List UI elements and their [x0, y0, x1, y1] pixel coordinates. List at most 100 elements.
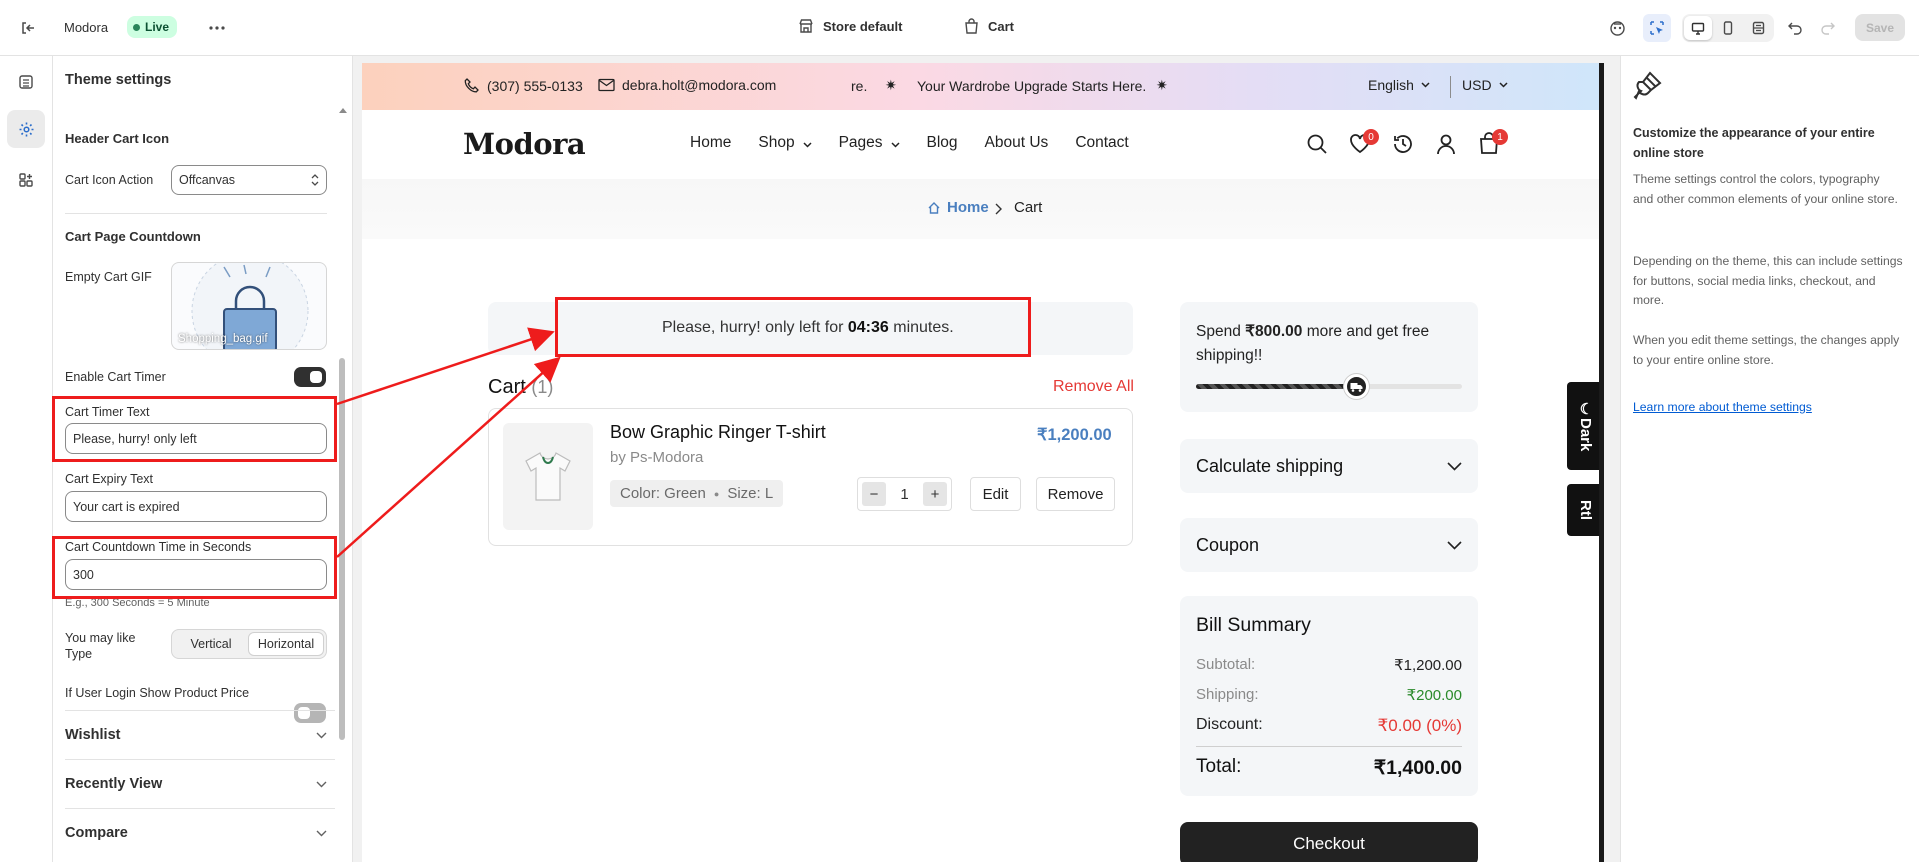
exit-icon[interactable]: [14, 14, 42, 42]
editor-top-bar: Modora Live Store default Cart Save: [0, 0, 1919, 56]
search-icon[interactable]: [1306, 133, 1328, 155]
option-horizontal[interactable]: Horizontal: [248, 632, 324, 656]
gif-filename: Shopping_bag.gif: [178, 333, 268, 345]
breadcrumb-home-label: Home: [947, 199, 989, 216]
quantity-increase-button[interactable]: +: [923, 482, 947, 506]
desktop-view-icon[interactable]: [1684, 16, 1712, 40]
fullwidth-view-icon[interactable]: [1744, 16, 1772, 40]
nav-shop[interactable]: Shop: [758, 134, 794, 152]
annotation-box-timer-banner: [555, 297, 1031, 357]
truck-icon: [1343, 374, 1369, 399]
nav-home[interactable]: Home: [690, 134, 731, 152]
account-icon[interactable]: [1435, 133, 1457, 155]
template-selector[interactable]: Store default: [798, 18, 902, 34]
info-heading: Customize the appearance of your entire …: [1633, 126, 1875, 160]
product-price: ₹1,200.00: [1037, 426, 1112, 444]
page-selector[interactable]: Cart: [964, 18, 1014, 34]
phone-icon: [464, 78, 479, 93]
shipping-progress-fill: [1196, 384, 1356, 389]
dark-moon-icon: ☾: [1577, 400, 1595, 419]
option-vertical[interactable]: Vertical: [174, 632, 248, 656]
language-selector[interactable]: English: [1368, 77, 1430, 93]
store-logo[interactable]: Modora: [463, 127, 586, 161]
you-may-like-label: You may like Type: [65, 631, 136, 661]
phone-text: (307) 555-0133: [487, 77, 583, 94]
shipping-label: Shipping:: [1196, 686, 1259, 703]
shipping-msg-amount: ₹800.00: [1245, 323, 1303, 340]
cart-heading-count: (1): [531, 377, 554, 397]
login-price-label: If User Login Show Product Price: [65, 686, 250, 700]
chevron-down-icon: [1499, 82, 1508, 88]
accordion-wishlist[interactable]: Wishlist: [65, 710, 335, 759]
shipping-msg-pre: Spend: [1196, 323, 1241, 340]
info-paragraph-2: Depending on the theme, this can include…: [1633, 254, 1903, 307]
panel-scrollbar[interactable]: [339, 358, 345, 740]
variant-separator: ●: [713, 488, 720, 499]
sections-icon[interactable]: [12, 68, 40, 96]
annotation-box-countdown-seconds: [52, 536, 337, 599]
empty-cart-gif-picker[interactable]: Shopping_bag.gif: [171, 262, 327, 350]
chevron-down-icon: [803, 142, 812, 148]
language-value: English: [1368, 77, 1414, 93]
accordion-recently-view[interactable]: Recently View: [65, 759, 335, 808]
currency-selector[interactable]: USD: [1462, 77, 1508, 93]
home-icon: [928, 201, 940, 214]
cart-expiry-text-input[interactable]: Your cart is expired: [65, 491, 327, 522]
mobile-view-icon[interactable]: [1714, 16, 1742, 40]
learn-more-link[interactable]: Learn more about theme settings: [1633, 400, 1812, 414]
more-actions-icon[interactable]: [203, 14, 231, 42]
apps-icon[interactable]: [12, 166, 40, 194]
calculate-shipping-accordion[interactable]: Calculate shipping: [1180, 439, 1478, 493]
nav-pages[interactable]: Pages: [839, 134, 883, 152]
subtotal-label: Subtotal:: [1196, 656, 1256, 673]
tshirt-image: [525, 452, 571, 501]
email-text: debra.holt@modora.com: [622, 77, 777, 93]
empty-cart-gif-label: Empty Cart GIF: [65, 270, 152, 284]
free-shipping-card: Spend ₹800.00 more and get free shipping…: [1180, 302, 1478, 412]
checkout-button[interactable]: Checkout: [1180, 822, 1478, 862]
store-preview: (307) 555-0133 debra.holt@modora.com re.…: [362, 63, 1604, 862]
select-element-icon[interactable]: [1643, 14, 1671, 42]
preview-scrollbar[interactable]: [1599, 63, 1604, 862]
breadcrumb-home[interactable]: Home: [927, 199, 989, 216]
breadcrumb-current: Cart: [1014, 199, 1043, 216]
undo-icon[interactable]: [1781, 14, 1809, 42]
variant-size: Size: L: [727, 485, 774, 502]
shipping-row: Shipping: ₹200.00: [1196, 686, 1462, 704]
product-name[interactable]: Bow Graphic Ringer T-shirt: [610, 422, 826, 443]
redo-icon[interactable]: [1813, 14, 1841, 42]
chevron-down-icon: [1421, 82, 1430, 88]
chevron-down-icon: [1447, 461, 1462, 471]
nav-about-us[interactable]: About Us: [985, 134, 1049, 152]
total-value: ₹1,400.00: [1373, 757, 1462, 779]
ticker-star-icon: ✷: [1156, 77, 1168, 93]
cart-icon-action-select[interactable]: Offcanvas: [171, 165, 327, 195]
enable-cart-timer-toggle[interactable]: [294, 367, 326, 387]
remove-item-button[interactable]: Remove: [1036, 477, 1115, 511]
nav-contact[interactable]: Contact: [1075, 134, 1128, 152]
inspector-icon[interactable]: [1603, 14, 1631, 42]
total-label: Total:: [1196, 756, 1242, 777]
edit-item-button[interactable]: Edit: [970, 477, 1021, 511]
product-image[interactable]: [503, 423, 593, 530]
coupon-accordion[interactable]: Coupon: [1180, 518, 1478, 572]
phone-contact[interactable]: (307) 555-0133: [463, 77, 583, 94]
cart-count-badge: 1: [1492, 129, 1508, 145]
status-badge-label: Live: [145, 20, 170, 34]
quantity-value[interactable]: 1: [900, 486, 908, 503]
quantity-decrease-button[interactable]: −: [862, 482, 886, 506]
recently-viewed-icon[interactable]: [1392, 133, 1414, 155]
scroll-up-icon[interactable]: [339, 108, 347, 113]
free-shipping-message: Spend ₹800.00 more and get free shipping…: [1196, 320, 1466, 368]
variant-chip: Color: Green ● Size: L: [610, 480, 784, 507]
dark-tab-label: Dark: [1577, 418, 1594, 452]
save-button[interactable]: Save: [1855, 14, 1905, 41]
remove-all-button[interactable]: Remove All: [1053, 378, 1134, 396]
nav-blog[interactable]: Blog: [927, 134, 958, 152]
cart-icon-action-label: Cart Icon Action: [65, 173, 154, 187]
theme-settings-gear-icon[interactable]: [7, 110, 45, 148]
email-contact[interactable]: debra.holt@modora.com: [598, 77, 776, 93]
product-vendor: by Ps-Modora: [610, 449, 704, 466]
discount-label: Discount:: [1196, 716, 1263, 733]
accordion-compare[interactable]: Compare: [65, 808, 335, 857]
